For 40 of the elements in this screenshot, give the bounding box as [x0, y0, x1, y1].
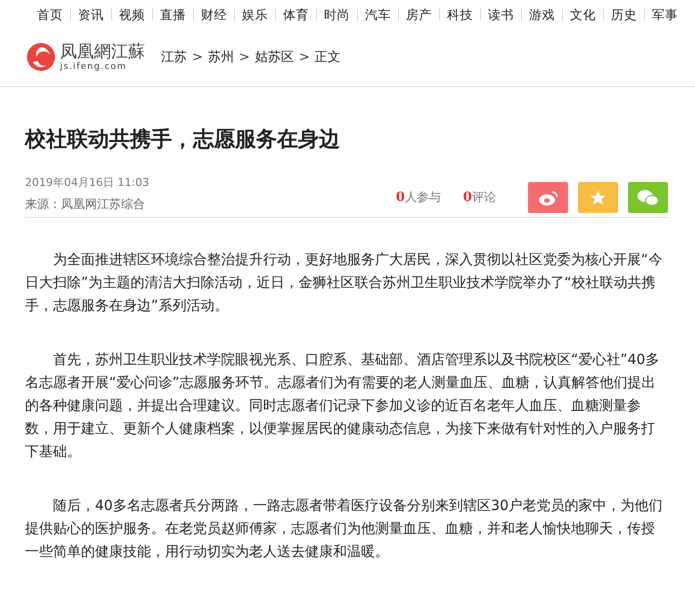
weibo-icon: [538, 190, 558, 206]
nav-link[interactable]: 房产: [398, 8, 439, 20]
nav-link[interactable]: 直播: [152, 8, 193, 20]
article-title: 校社联动共携手，志愿服务在身边: [25, 126, 341, 153]
publish-date: 2019年04月16日 11:03: [25, 175, 150, 190]
article-paragraph: 随后，40多名志愿者兵分两路，一路志愿者带着医疗设备分别来到辖区30户老党员的家中，为他们提供贴心的医护服务。在老党员赵师傅家，志愿者们为他测量血压、血糖，并和老人愉快地聊天，传授一些简单的健康技能，用行动切实为老人送去健康和温暖。: [25, 497, 664, 562]
favorite-button[interactable]: [578, 182, 618, 213]
breadcrumb-link[interactable]: 江苏: [161, 48, 187, 66]
nav-link[interactable]: 财经: [193, 8, 234, 20]
article-paragraph: 为全面推进辖区环境综合整治提升行动，更好地服务广大居民，深入贯彻以社区党委为核心开展“今日大扫除”为主题的清洁大扫除活动，近日，金狮社区联合苏州卫生职业技术学院举办了“校社联动共携手，志愿服务在身边”系列活动。: [25, 251, 664, 316]
article-source: 来源：凤凰网江苏综合: [25, 196, 146, 213]
nav-link[interactable]: 文化: [562, 8, 603, 20]
nav-link[interactable]: 首页: [30, 8, 70, 20]
nav-link[interactable]: 历史: [603, 8, 644, 20]
nav-link[interactable]: 游戏: [521, 8, 562, 20]
nav-link[interactable]: 视频: [111, 8, 152, 20]
breadcrumb-link[interactable]: 苏州: [208, 48, 234, 66]
stat-label: 0人参与: [396, 189, 441, 206]
breadcrumb-link[interactable]: 正文: [314, 48, 341, 66]
stat-label: 0评论: [462, 189, 496, 206]
article-paragraph: 首先，苏州卫生职业技术学院眼视光系、口腔系、基础部、酒店管理系以及书院校区“爱心社”40多名志愿者开展“爱心问诊”志愿服务环节。志愿者们为有需要的老人测量血压、血糖，认真解答他们提出的各种健康问题，并提出合理建议。同时志愿者们记录下参加义诊的近百名老年人血压、血糖测量参数，用于建立、更新个人健康档案，以便掌握居民的健康动态信息，为接下来做有针对性的入户服务打下基础。: [25, 351, 660, 462]
star-icon: [589, 188, 607, 206]
nav-link[interactable]: 科技: [439, 8, 480, 20]
weibo-share-button[interactable]: [528, 182, 568, 213]
nav-link[interactable]: 体育: [275, 8, 316, 20]
logo-name: 凤凰網江蘇: [60, 42, 145, 62]
breadcrumb-separator: >: [298, 50, 310, 64]
logo-domain: js.ifeng.com: [60, 62, 128, 72]
wechat-share-button[interactable]: [628, 182, 668, 213]
nav-link[interactable]: 读书: [480, 8, 521, 20]
nav-link[interactable]: 娱乐: [234, 8, 275, 20]
logo-icon: [26, 42, 56, 72]
nav-link[interactable]: 汽车: [357, 8, 398, 20]
chat-bubbles-icon: [637, 188, 659, 206]
nav-link[interactable]: 军事: [644, 8, 685, 20]
breadcrumb-separator: >: [192, 50, 203, 64]
nav-link[interactable]: 时尚: [316, 8, 357, 20]
nav-link[interactable]: 资讯: [70, 8, 111, 20]
breadcrumb-separator: >: [238, 50, 250, 64]
breadcrumb-link[interactable]: 姑苏区: [254, 48, 294, 66]
